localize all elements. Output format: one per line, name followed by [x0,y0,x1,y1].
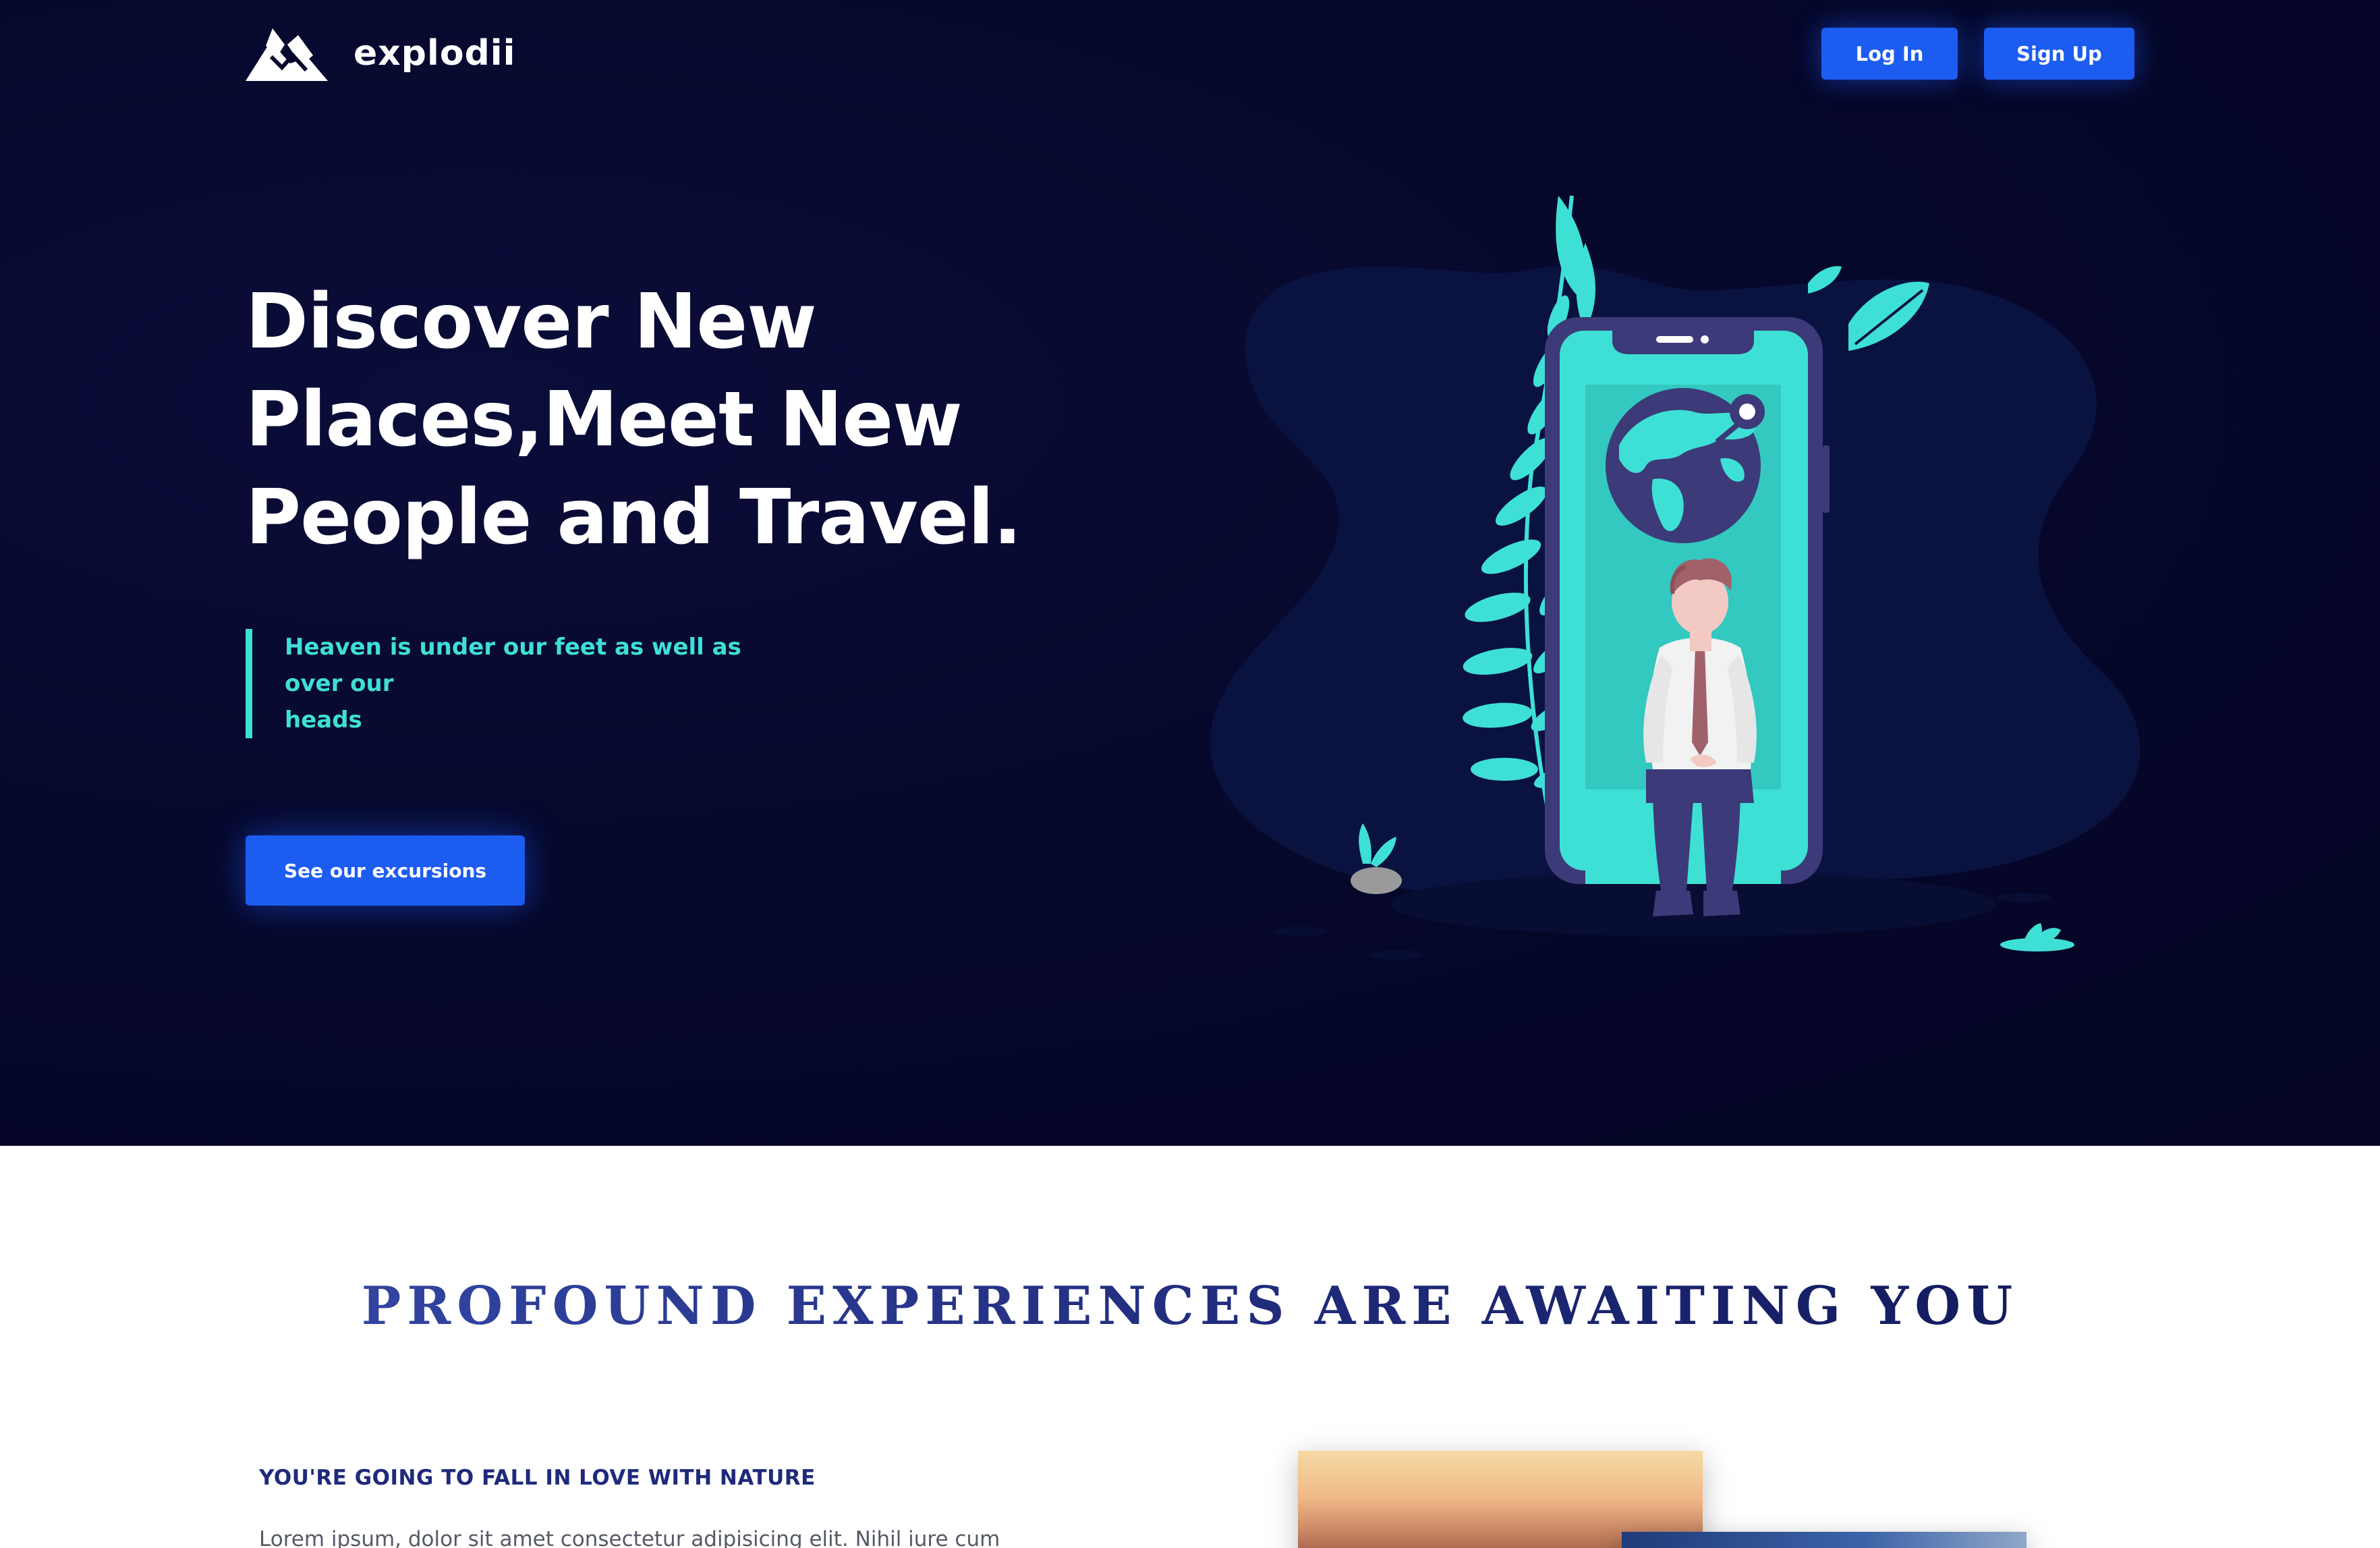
section-title: PROFOUND EXPERIENCES ARE AWAITING YOU [0,1275,2380,1337]
brand-name: explodii [353,33,516,74]
hero-quote: Heaven is under our feet as well as over… [246,629,799,738]
hero-title: Discover New Places,Meet New People and … [246,273,1055,567]
hero-title-line: Places,Meet New [246,376,963,464]
see-excursions-button[interactable]: See our excursions [246,835,525,906]
hero-quote-line: Heaven is under our feet as well as over… [285,634,741,697]
hero-title-line: People and Travel. [246,474,1022,561]
person-on-phone-with-globe-illustration [1210,195,2141,960]
login-button[interactable]: Log In [1821,28,1958,80]
hero-section: explodii Log In Sign Up Discover New Pla… [0,0,2380,1146]
landscape-photo [1622,1532,2027,1548]
mountain-icon [246,28,328,81]
section-body-text: Lorem ipsum, dolor sit amet consectetur … [259,1527,1000,1548]
section-subheading: YOU'RE GOING TO FALL IN LOVE WITH NATURE [259,1466,816,1490]
hero-quote-line: heads [285,707,362,734]
brand-logo[interactable]: explodii [246,26,515,81]
signup-button[interactable]: Sign Up [1984,28,2134,80]
top-nav: explodii Log In Sign Up [0,0,2380,108]
hero-title-line: Discover New [246,278,817,366]
